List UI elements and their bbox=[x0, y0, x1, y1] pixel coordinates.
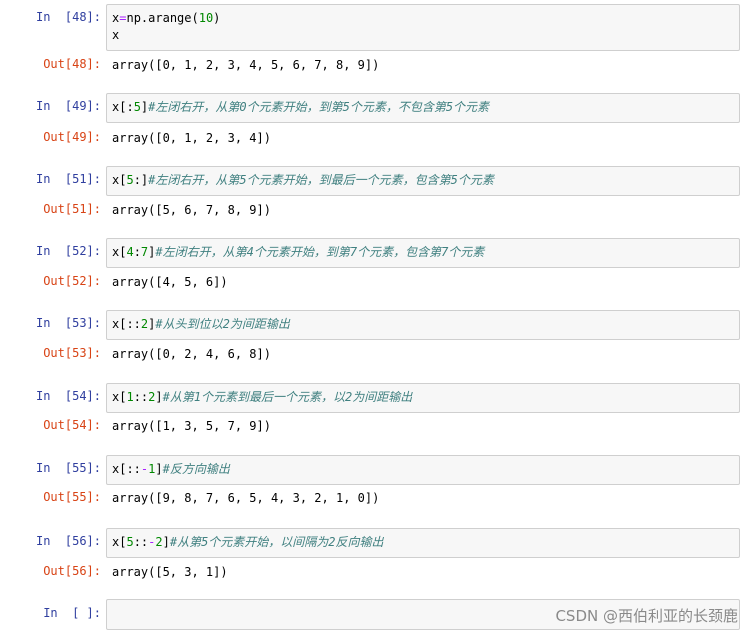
code-input[interactable]: x[5::-2]#从第5个元素开始，以间隔为2反向输出 bbox=[106, 528, 740, 558]
code-token: 5 bbox=[133, 100, 141, 114]
code-line: x[:5]#左闭右开，从第0个元素开始，到第5个元素，不包含第5个元素 bbox=[112, 99, 733, 116]
code-comment: #从第5个元素开始，以间隔为2反向输出 bbox=[169, 535, 384, 549]
code-line: x=np.arange(10) bbox=[112, 10, 733, 27]
cell-output: array([0, 1, 2, 3, 4]) bbox=[112, 131, 271, 145]
code-comment: #左闭右开，从第0个元素开始，到第5个元素，不包含第5个元素 bbox=[148, 100, 490, 114]
code-token: ] bbox=[162, 535, 170, 549]
out-prompt: Out[48]: bbox=[43, 57, 101, 71]
cell-output: array([4, 5, 6]) bbox=[112, 275, 228, 289]
code-token: 2 bbox=[155, 535, 163, 549]
code-input[interactable]: x[::2]#从头到位以2为间距输出 bbox=[106, 310, 740, 340]
code-token: :] bbox=[133, 173, 149, 187]
cell-output: array([5, 3, 1]) bbox=[112, 565, 228, 579]
in-prompt: In [49]: bbox=[35, 99, 101, 113]
code-token: x[ bbox=[112, 173, 127, 187]
code-line: x[5:]#左闭右开，从第5个元素开始，到最后一个元素，包含第5个元素 bbox=[112, 172, 733, 189]
code-token: x[ bbox=[112, 245, 127, 259]
code-token: x bbox=[112, 28, 120, 42]
in-prompt: In [53]: bbox=[35, 316, 101, 330]
in-prompt: In [ ]: bbox=[43, 606, 101, 620]
code-comment: #反方向输出 bbox=[162, 462, 230, 476]
code-token: :: bbox=[133, 390, 149, 404]
code-input[interactable]: x[::-1]#反方向输出 bbox=[106, 455, 740, 485]
code-token: ] bbox=[155, 390, 163, 404]
cell-output: array([9, 8, 7, 6, 5, 4, 3, 2, 1, 0]) bbox=[112, 491, 380, 505]
code-line: x bbox=[112, 27, 733, 44]
out-prompt: Out[52]: bbox=[43, 274, 101, 288]
code-input[interactable]: x[4:7]#左闭右开，从第4个元素开始，到第7个元素，包含第7个元素 bbox=[106, 238, 740, 268]
code-token: x[:: bbox=[112, 462, 141, 476]
code-line: x[4:7]#左闭右开，从第4个元素开始，到第7个元素，包含第7个元素 bbox=[112, 244, 733, 261]
code-token: ] bbox=[155, 462, 163, 476]
in-prompt: In [51]: bbox=[35, 172, 101, 186]
cell-output: array([0, 1, 2, 3, 4, 5, 6, 7, 8, 9]) bbox=[112, 58, 380, 72]
code-input[interactable]: x=np.arange(10) x bbox=[106, 4, 740, 51]
code-token: 10 bbox=[198, 11, 214, 25]
watermark: CSDN @西伯利亚的长颈鹿 bbox=[555, 607, 738, 625]
out-prompt: Out[56]: bbox=[43, 564, 101, 578]
code-line: x[::-1]#反方向输出 bbox=[112, 461, 733, 478]
code-token: x[: bbox=[112, 100, 134, 114]
code-input[interactable]: x[1::2]#从第1个元素到最后一个元素，以2为间距输出 bbox=[106, 383, 740, 413]
in-prompt: In [56]: bbox=[35, 534, 101, 548]
code-comment: #从第1个元素到最后一个元素，以2为间距输出 bbox=[162, 390, 413, 404]
code-token: 5 bbox=[126, 535, 134, 549]
cell-output: array([5, 6, 7, 8, 9]) bbox=[112, 203, 271, 217]
code-token: ) bbox=[213, 11, 221, 25]
in-prompt: In [54]: bbox=[35, 389, 101, 403]
code-token: 4 bbox=[126, 245, 134, 259]
code-input[interactable]: x[:5]#左闭右开，从第0个元素开始，到第5个元素，不包含第5个元素 bbox=[106, 93, 740, 123]
code-comment: #从头到位以2为间距输出 bbox=[155, 317, 290, 331]
in-prompt: In [48]: bbox=[35, 10, 101, 24]
code-token: : bbox=[133, 245, 141, 259]
cell-output: array([0, 2, 4, 6, 8]) bbox=[112, 347, 271, 361]
out-prompt: Out[51]: bbox=[43, 202, 101, 216]
code-line: x[::2]#从头到位以2为间距输出 bbox=[112, 316, 733, 333]
code-token: :: bbox=[133, 535, 149, 549]
out-prompt: Out[53]: bbox=[43, 346, 101, 360]
code-input[interactable]: x[5:]#左闭右开，从第5个元素开始，到最后一个元素，包含第5个元素 bbox=[106, 166, 740, 196]
code-token: x[ bbox=[112, 535, 127, 549]
cell-output: array([1, 3, 5, 7, 9]) bbox=[112, 419, 271, 433]
in-prompt: In [52]: bbox=[35, 244, 101, 258]
code-token: np.arange( bbox=[126, 11, 199, 25]
out-prompt: Out[55]: bbox=[43, 490, 101, 504]
code-token: x[:: bbox=[112, 317, 141, 331]
out-prompt: Out[54]: bbox=[43, 418, 101, 432]
code-comment: #左闭右开，从第5个元素开始，到最后一个元素，包含第5个元素 bbox=[148, 173, 494, 187]
code-token: x[ bbox=[112, 390, 127, 404]
code-line: x[5::-2]#从第5个元素开始，以间隔为2反向输出 bbox=[112, 534, 733, 551]
out-prompt: Out[49]: bbox=[43, 130, 101, 144]
code-token: 5 bbox=[126, 173, 134, 187]
code-comment: #左闭右开，从第4个元素开始，到第7个元素，包含第7个元素 bbox=[155, 245, 485, 259]
in-prompt: In [55]: bbox=[35, 461, 101, 475]
code-line: x[1::2]#从第1个元素到最后一个元素，以2为间距输出 bbox=[112, 389, 733, 406]
code-token: 1 bbox=[126, 390, 134, 404]
